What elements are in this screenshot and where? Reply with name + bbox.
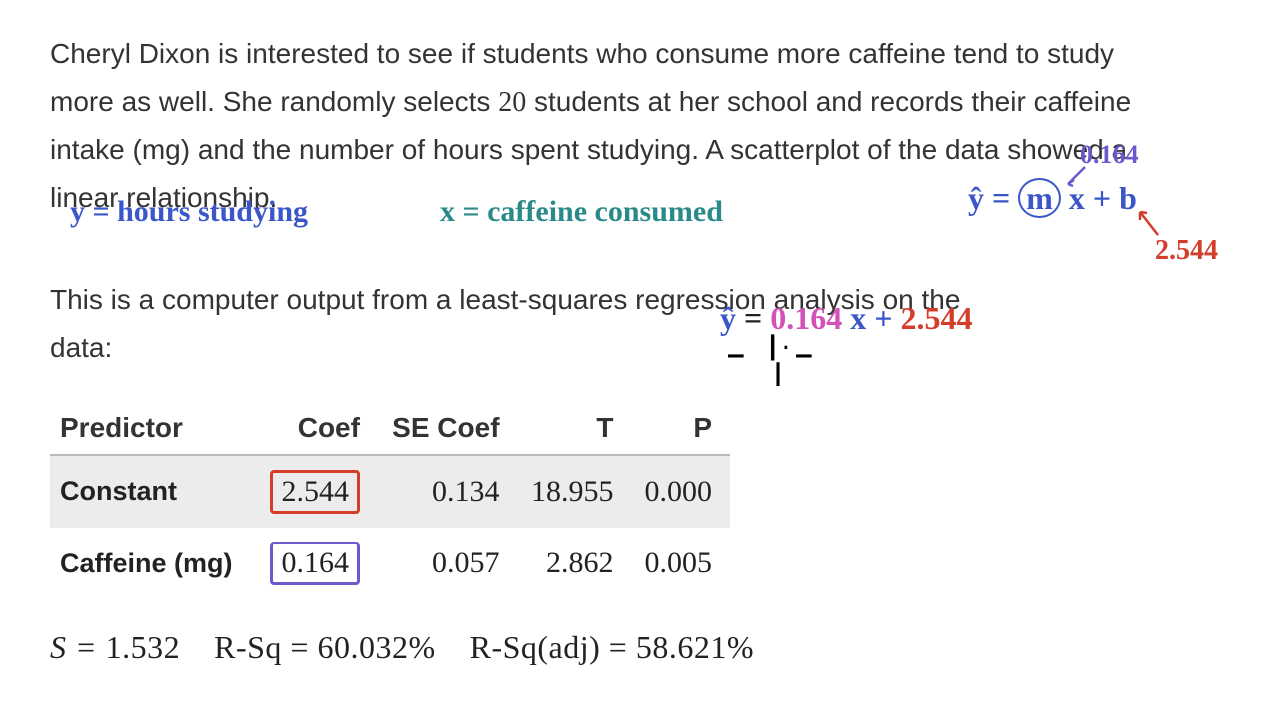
col-predictor: Predictor xyxy=(50,402,257,455)
s-label: S = xyxy=(50,629,106,665)
table-row: Constant 2.544 0.134 18.955 0.000 xyxy=(50,455,730,528)
col-p: P xyxy=(631,402,730,455)
se-constant: 0.134 xyxy=(378,455,518,528)
coef-constant-value: 2.544 xyxy=(270,470,360,514)
t-caffeine: 2.862 xyxy=(518,528,632,599)
predictor-caffeine: Caffeine (mg) xyxy=(50,528,257,599)
t-constant: 18.955 xyxy=(518,455,632,528)
rsqa-value: 58.621% xyxy=(636,629,754,665)
problem-paragraph-2: This is a computer output from a least-s… xyxy=(50,276,1010,371)
table-row: Caffeine (mg) 0.164 0.057 2.862 0.005 xyxy=(50,528,730,599)
rsq-label: R-Sq = xyxy=(214,629,317,665)
col-coef: Coef xyxy=(257,402,378,455)
coef-constant: 2.544 xyxy=(257,455,378,528)
rsq-value: 60.032% xyxy=(317,629,435,665)
coef-caffeine-value: 0.164 xyxy=(270,542,360,585)
sample-size: 20 xyxy=(498,87,526,118)
predictor-constant: Constant xyxy=(50,455,257,528)
col-t: T xyxy=(518,402,632,455)
col-se-coef: SE Coef xyxy=(378,402,518,455)
p-constant: 0.000 xyxy=(631,455,730,528)
s-value: 1.532 xyxy=(106,629,181,665)
problem-paragraph-1: Cheryl Dixon is interested to see if stu… xyxy=(50,30,1170,221)
coef-caffeine: 0.164 xyxy=(257,528,378,599)
rsqa-label: R-Sq(adj) = xyxy=(470,629,636,665)
se-caffeine: 0.057 xyxy=(378,528,518,599)
regression-table: Predictor Coef SE Coef T P Constant 2.54… xyxy=(50,402,730,599)
p-caffeine: 0.005 xyxy=(631,528,730,599)
regression-summary-stats: S = 1.532 R-Sq = 60.032% R-Sq(adj) = 58.… xyxy=(50,629,1230,666)
